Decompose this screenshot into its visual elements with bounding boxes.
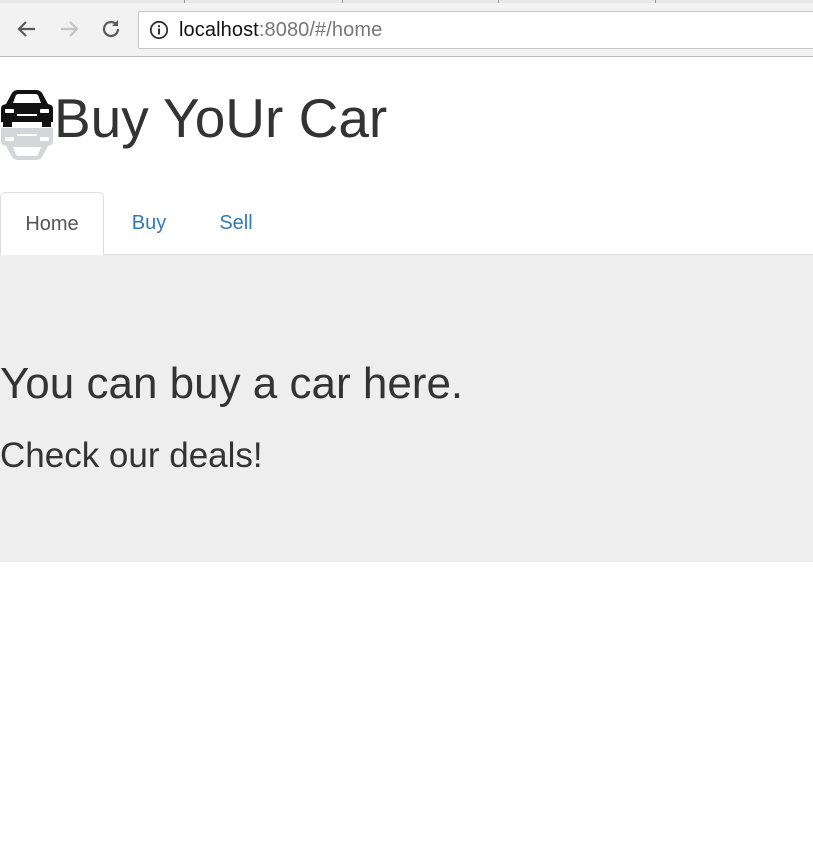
arrow-right-icon xyxy=(61,21,79,37)
tab-home[interactable]: Home xyxy=(0,192,104,256)
url-host: localhost xyxy=(179,18,259,41)
jumbotron-heading: You can buy a car here. xyxy=(0,359,464,408)
url-path: :8080/#/home xyxy=(258,18,383,41)
reload-icon xyxy=(102,20,120,38)
car-logo-icon xyxy=(1,90,53,160)
tab-sell[interactable]: Sell xyxy=(194,192,278,255)
url-text: localhost:8080/#/home xyxy=(179,19,382,42)
brand-header: Buy YoUr Car xyxy=(0,86,387,164)
browser-toolbar: localhost:8080/#/home xyxy=(0,3,813,57)
page-title: Buy YoUr Car xyxy=(54,87,388,149)
info-icon[interactable] xyxy=(149,20,169,40)
nav-tabs: Home Buy Sell xyxy=(0,192,813,256)
arrow-left-icon xyxy=(17,21,35,37)
jumbotron-subheading: Check our deals! xyxy=(0,436,263,475)
back-button[interactable] xyxy=(13,15,41,43)
forward-button[interactable] xyxy=(55,15,83,43)
reload-button[interactable] xyxy=(97,15,125,43)
address-bar[interactable]: localhost:8080/#/home xyxy=(138,11,813,49)
tab-buy[interactable]: Buy xyxy=(104,192,194,255)
jumbotron: You can buy a car here. Check our deals! xyxy=(0,255,813,562)
